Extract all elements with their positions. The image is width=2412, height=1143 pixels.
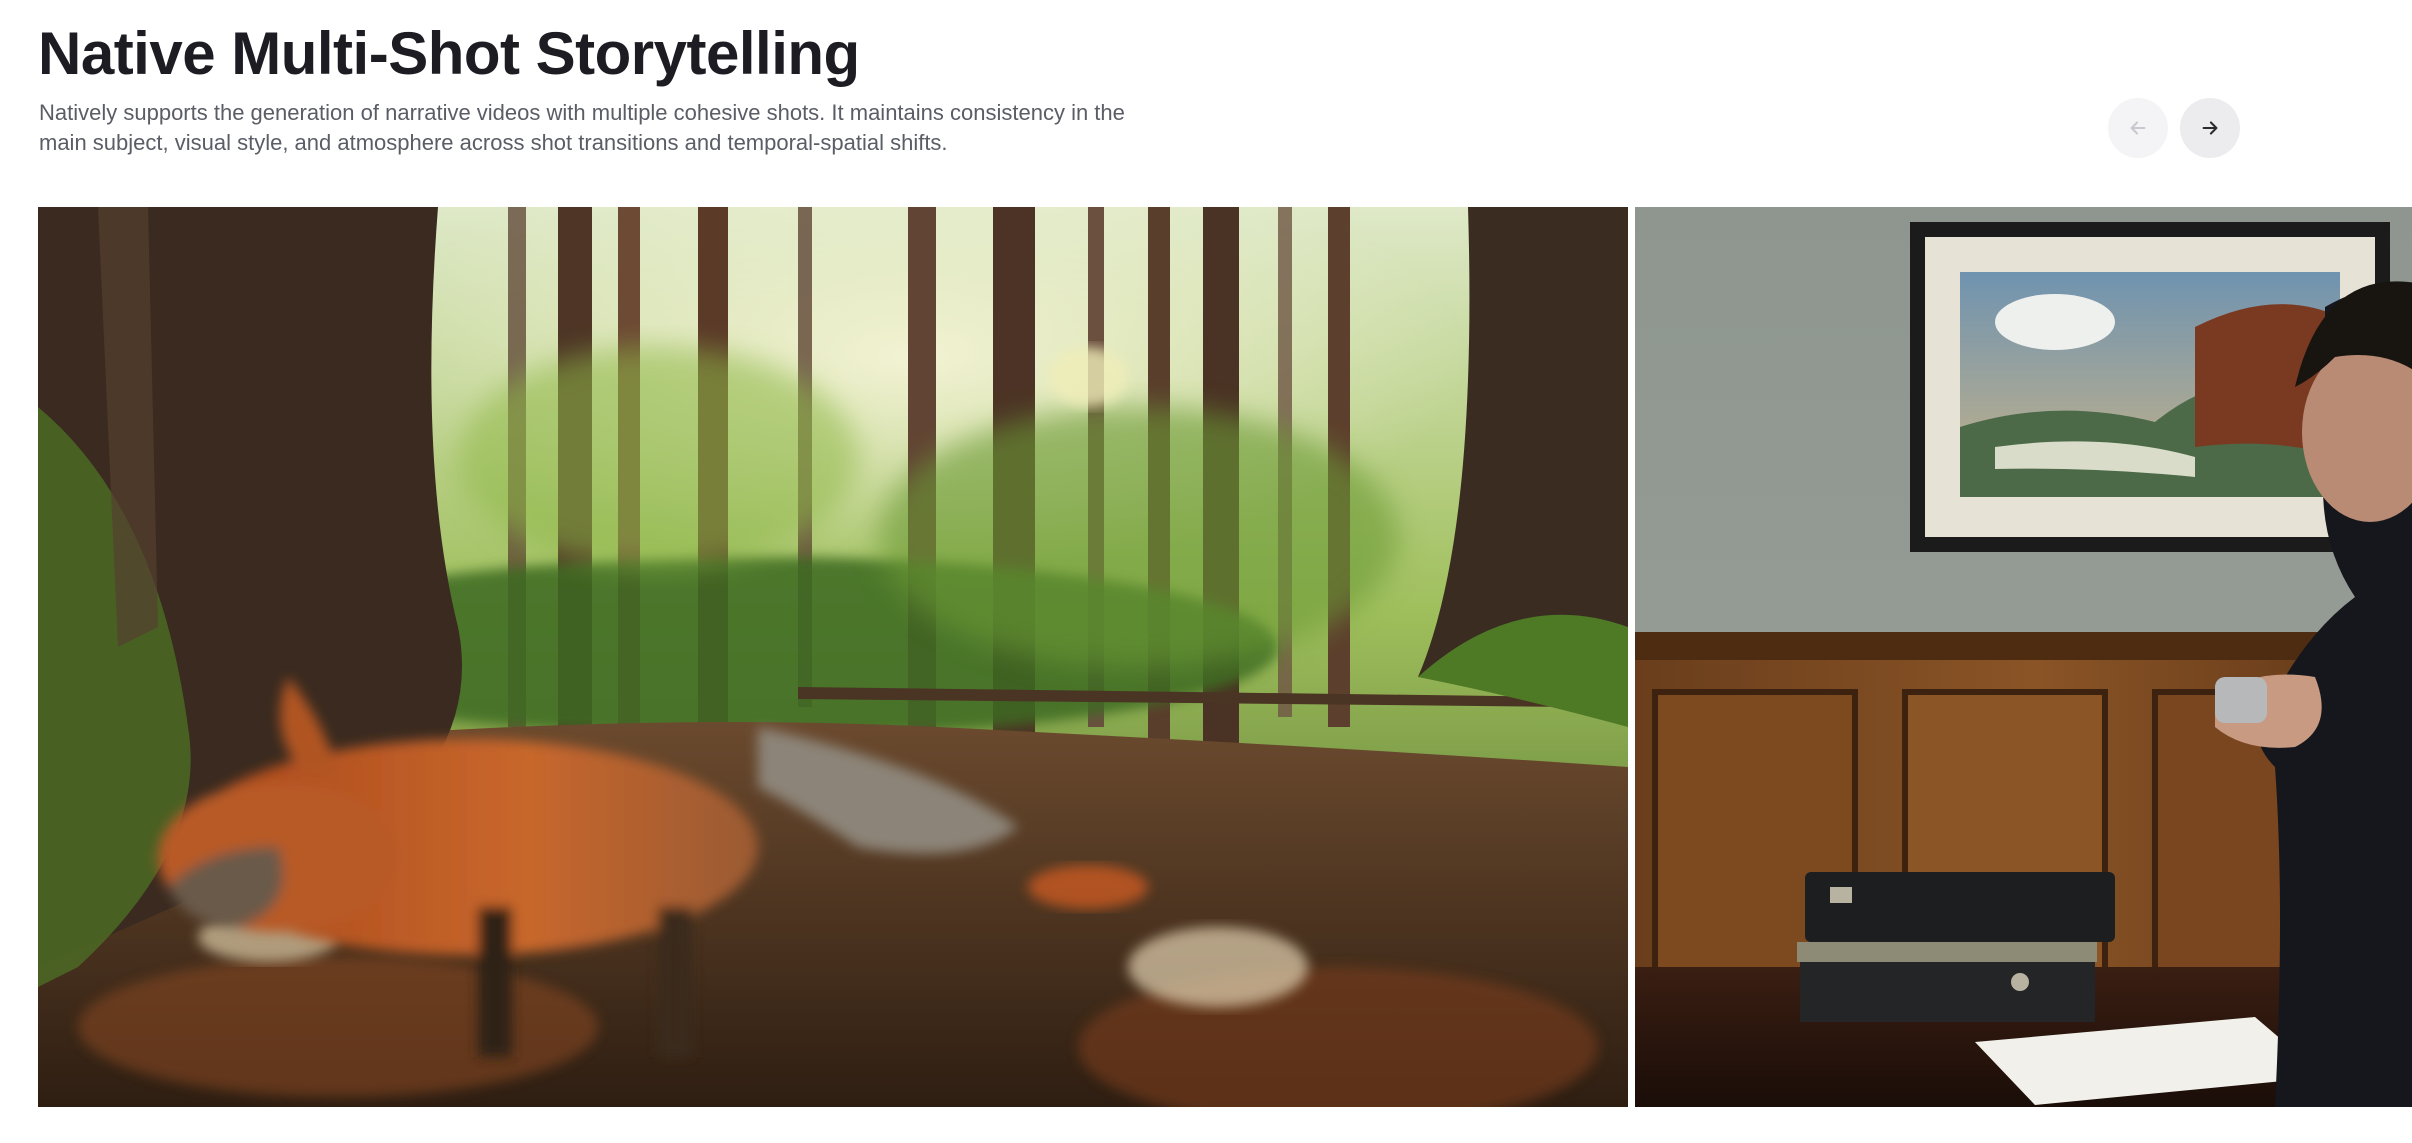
video-slide-fox-forest[interactable]	[38, 207, 1628, 1107]
carousel-navigation	[2108, 98, 2240, 158]
video-carousel	[38, 207, 2412, 1107]
page-title: Native Multi-Shot Storytelling	[38, 20, 860, 87]
video-slide-man-office[interactable]	[1635, 207, 2412, 1107]
fox-forest-thumbnail	[38, 207, 1628, 1107]
arrow-left-icon	[2130, 121, 2146, 135]
page-description: Natively supports the generation of narr…	[39, 100, 1125, 155]
previous-slide-button[interactable]	[2108, 98, 2168, 158]
arrow-right-icon	[2202, 121, 2218, 135]
next-slide-button[interactable]	[2180, 98, 2240, 158]
man-office-thumbnail	[1635, 207, 2412, 1107]
